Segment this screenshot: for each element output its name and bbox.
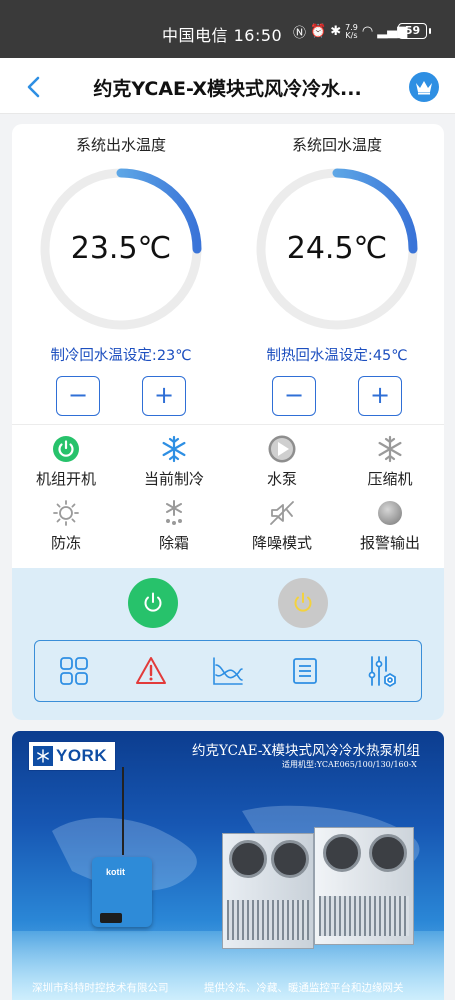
coil-graphic xyxy=(319,896,409,936)
status-low-noise: 降噪模式 xyxy=(228,498,336,553)
cooling-setpoint-label: 制冷回水温设定:23℃ xyxy=(50,348,192,364)
alarm-dot-icon xyxy=(336,498,444,528)
sun-antifreeze-icon xyxy=(12,498,120,528)
vip-button[interactable] xyxy=(409,72,439,102)
gauge-value: 23.5℃ xyxy=(70,231,172,266)
trend-button[interactable] xyxy=(208,651,248,691)
company-name: 深圳市科特时控技术有限公司 xyxy=(32,982,169,994)
gauge-value: 24.5℃ xyxy=(286,231,388,266)
compressor-snowflake-icon xyxy=(336,434,444,464)
logo-text: YORK xyxy=(56,746,108,765)
mute-speaker-icon xyxy=(228,498,336,528)
status-label: 除霜 xyxy=(158,534,189,552)
overview-button[interactable] xyxy=(54,651,94,691)
snowflake-logo-icon xyxy=(33,746,53,766)
status-label: 压缩机 xyxy=(367,470,413,488)
heat-pump-unit-graphic xyxy=(222,833,314,949)
power-icon xyxy=(294,592,312,612)
increase-button[interactable]: + xyxy=(142,376,186,416)
decrease-button[interactable]: − xyxy=(56,376,100,416)
heat-pump-unit-graphic xyxy=(314,827,414,945)
settings-button[interactable] xyxy=(362,651,402,691)
setpoint-stepper: − + xyxy=(21,376,221,416)
system-status-bar: 中国电信 16:50 Ⓝ ⏰ ✱ 7.9 K/s ◠ ▂▄▆ 59 xyxy=(0,0,455,58)
crown-icon xyxy=(416,81,432,95)
control-panel xyxy=(12,568,444,720)
status-pump: 水泵 xyxy=(228,434,336,489)
product-banner[interactable]: YORK 约克YCAE-X模块式风冷冷水热泵机组 适用机型:YCAE065/10… xyxy=(12,731,444,1000)
york-logo: YORK xyxy=(28,741,116,771)
fan-graphic xyxy=(323,834,361,872)
status-unit-on: 机组开机 xyxy=(12,434,120,489)
gateway-brand: kotit xyxy=(106,867,125,877)
outlet-temp-panel: 系统出水温度 23.5℃ 制冷回水温设定:23℃ − + xyxy=(21,134,221,416)
chart-icon xyxy=(213,657,243,685)
return-temp-gauge: 24.5℃ xyxy=(252,164,422,334)
outlet-temp-gauge: 23.5℃ xyxy=(36,164,206,334)
power-icon xyxy=(144,592,162,612)
heating-setpoint-label: 制热回水温设定:45℃ xyxy=(266,348,408,364)
snowflake-icon xyxy=(120,434,228,464)
gauge-title: 系统回水温度 xyxy=(291,136,382,154)
app-header: 约克YCAE-X模块式风冷冷水... xyxy=(0,58,455,114)
return-temp-panel: 系统回水温度 24.5℃ 制热回水温设定:45℃ − + xyxy=(237,134,437,416)
status-alarm-output: 报警输出 xyxy=(336,498,444,553)
divider xyxy=(12,424,444,425)
status-antifreeze: 防冻 xyxy=(12,498,120,553)
alarm-button[interactable] xyxy=(131,651,171,691)
tool-bar xyxy=(34,640,422,702)
banner-title: 约克YCAE-X模块式风冷冷水热泵机组 xyxy=(192,743,421,759)
pump-play-icon xyxy=(228,434,336,464)
status-label: 降噪模式 xyxy=(251,534,312,552)
status-label: 机组开机 xyxy=(35,470,96,488)
nfc-icon: Ⓝ xyxy=(293,26,307,41)
device-panel: 系统出水温度 23.5℃ 制冷回水温设定:23℃ − + 系统回水温度 24.5… xyxy=(12,124,444,720)
gauge-title: 系统出水温度 xyxy=(75,136,166,154)
status-icons: Ⓝ ⏰ ✱ 7.9 K/s ◠ ▂▄▆ xyxy=(293,22,407,41)
company-slogan: 提供冷冻、冷藏、暖通监控平台和边缘网关 xyxy=(204,982,404,994)
records-button[interactable] xyxy=(285,651,325,691)
status-cooling: 当前制冷 xyxy=(120,434,228,489)
alarm-clock-icon: ⏰ xyxy=(310,24,327,39)
port-graphic xyxy=(100,913,122,923)
chevron-left-icon xyxy=(27,76,40,98)
status-label: 防冻 xyxy=(50,534,81,552)
fan-graphic xyxy=(229,840,267,878)
gateway-device-graphic: kotit xyxy=(92,767,152,927)
grid-icon xyxy=(59,657,88,685)
status-compressor: 压缩机 xyxy=(336,434,444,489)
banner-subtitle: 适用机型:YCAE065/100/130/160-X xyxy=(282,760,417,769)
net-speed: 7.9 K/s xyxy=(345,23,358,40)
power-off-button[interactable] xyxy=(278,578,328,628)
coil-graphic xyxy=(227,900,309,940)
battery-icon: 59 xyxy=(398,23,431,39)
power-on-button[interactable] xyxy=(128,578,178,628)
status-label: 水泵 xyxy=(266,470,297,488)
status-defrost: 除霜 xyxy=(120,498,228,553)
list-icon xyxy=(293,658,318,684)
bluetooth-icon: ✱ xyxy=(330,24,342,39)
warning-icon xyxy=(135,657,166,684)
increase-button[interactable]: + xyxy=(358,376,402,416)
back-button[interactable] xyxy=(18,72,48,102)
status-label: 当前制冷 xyxy=(143,470,204,488)
fan-graphic xyxy=(271,840,309,878)
setpoint-stepper: − + xyxy=(237,376,437,416)
antenna-graphic xyxy=(122,767,124,855)
settings-sliders-icon xyxy=(368,656,397,688)
status-label: 报警输出 xyxy=(359,534,420,552)
net-speed-unit: K/s xyxy=(345,30,358,40)
carrier-time: 中国电信 16:50 xyxy=(162,26,283,45)
power-on-icon xyxy=(12,434,120,464)
defrost-icon xyxy=(120,498,228,528)
page-title: 约克YCAE-X模块式风冷冷水... xyxy=(93,78,362,100)
decrease-button[interactable]: − xyxy=(272,376,316,416)
wifi-icon: ◠ xyxy=(361,24,374,39)
fan-graphic xyxy=(369,834,407,872)
